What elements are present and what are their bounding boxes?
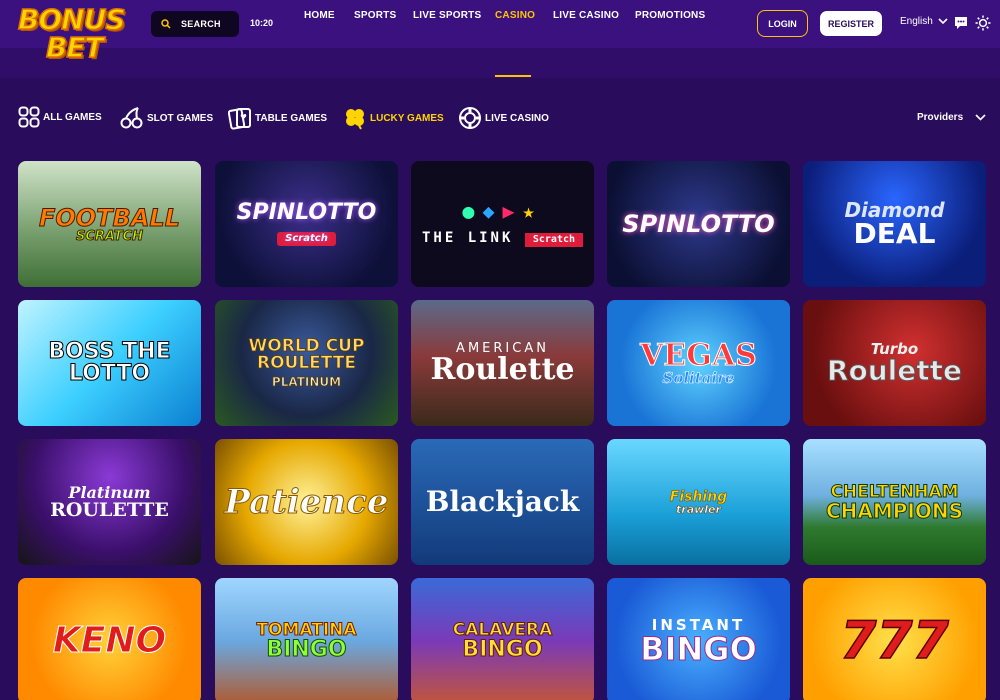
search-icon	[161, 19, 171, 29]
game-tile-fishing-trawler[interactable]: Fishing trawler	[607, 439, 790, 565]
clock: 10:20	[250, 18, 274, 28]
game-title: Patience	[224, 482, 389, 522]
game-tile-football-scratch[interactable]: FOOTBALL SCRATCH	[18, 161, 201, 287]
nav-home[interactable]: HOME	[304, 10, 335, 21]
login-button[interactable]: LOGIN	[757, 10, 808, 37]
game-tile-the-link-scratch[interactable]: ●◆▶★ THE LINK Scratch	[411, 161, 594, 287]
brand-logo[interactable]: BONUS BET	[17, 3, 143, 70]
game-subtitle: trawler	[676, 502, 721, 516]
game-subtitle: Roulette	[430, 351, 575, 387]
category-label: ALL GAMES	[43, 111, 102, 123]
language-label: English	[900, 16, 933, 27]
nav-live-sports[interactable]: LIVE SPORTS	[413, 10, 481, 21]
game-subtitle: PLATINUM	[271, 375, 342, 389]
game-tile-platinum-roulette[interactable]: Platinum ROULETTE	[18, 439, 201, 565]
sun-icon[interactable]	[975, 15, 991, 31]
game-subtitle: Scratch	[524, 233, 584, 247]
game-subtitle: BINGO	[266, 636, 347, 662]
game-subtitle: Roulette	[826, 353, 963, 387]
game-tile-spinlotto[interactable]: SPINLOTTO	[607, 161, 790, 287]
game-title: SPINLOTTO	[236, 200, 377, 225]
game-tile-boss-the-lotto[interactable]: BOSS THE LOTTO	[18, 300, 201, 426]
search-button[interactable]: SEARCH	[151, 11, 239, 37]
providers-label: Providers	[917, 112, 964, 123]
game-subtitle: DEAL	[853, 217, 936, 250]
game-tile-calavera-bingo[interactable]: CALAVERA BINGO	[411, 578, 594, 700]
game-tile-patience[interactable]: Patience	[215, 439, 398, 565]
game-subtitle: CHAMPIONS	[825, 498, 964, 523]
brand-logo-line1: BONUS	[17, 3, 126, 36]
category-label: LIVE CASINO	[485, 112, 549, 124]
game-subtitle: Solitaire	[662, 368, 735, 387]
game-tile-blackjack[interactable]: Blackjack	[411, 439, 594, 565]
chip-icon	[459, 107, 481, 129]
game-tile-vegas-solitaire[interactable]: VEGAS Solitaire	[607, 300, 790, 426]
chat-icon[interactable]	[954, 16, 968, 30]
game-title: FOOTBALL	[38, 203, 181, 232]
game-tile-keno[interactable]: KENO	[18, 578, 201, 700]
nav-casino[interactable]: CASINO	[495, 10, 535, 21]
category-slot-games[interactable]: SLOT GAMES	[120, 106, 213, 130]
category-label: LUCKY GAMES	[370, 112, 444, 124]
clover-icon	[346, 109, 364, 130]
game-title: BOSS THE LOTTO	[48, 339, 171, 386]
main-nav	[0, 48, 1000, 78]
category-label: SLOT GAMES	[147, 112, 214, 124]
game-title: WORLD CUP ROULETTE	[248, 336, 365, 373]
nav-sports[interactable]: SPORTS	[354, 10, 396, 21]
cherries-icon	[120, 107, 143, 129]
game-tile-cheltenham-champions[interactable]: CHELTENHAM CHAMPIONS	[803, 439, 986, 565]
language-selector[interactable]: English	[900, 16, 948, 27]
game-tile-777[interactable]: 777	[803, 578, 986, 700]
chevron-down-icon	[938, 18, 948, 25]
game-tile-american-roulette[interactable]: AMERICAN Roulette	[411, 300, 594, 426]
category-lucky-games[interactable]: LUCKY GAMES	[343, 106, 444, 130]
nav-promotions[interactable]: PROMOTIONS	[635, 10, 705, 21]
search-label: SEARCH	[181, 19, 221, 29]
brand-logo-line2: BET	[45, 31, 104, 64]
category-live-casino[interactable]: LIVE CASINO	[458, 106, 549, 130]
game-title: THE LINK	[421, 230, 514, 246]
category-table-games[interactable]: TABLE GAMES	[228, 106, 327, 130]
game-subtitle: ROULETTE	[50, 498, 169, 521]
register-button[interactable]: REGISTER	[820, 11, 882, 36]
game-tile-turbo-roulette[interactable]: Turbo Roulette	[803, 300, 986, 426]
game-tile-spinlotto-scratch[interactable]: SPINLOTTO Scratch	[215, 161, 398, 287]
shape-icons: ●◆▶★	[462, 199, 543, 223]
providers-dropdown[interactable]: Providers	[917, 112, 986, 123]
chevron-down-icon	[975, 114, 986, 121]
game-tile-tomatina-bingo[interactable]: TOMATINA BINGO	[215, 578, 398, 700]
grid-icon	[18, 106, 40, 128]
game-title: VEGAS	[640, 337, 758, 373]
game-subtitle: Scratch	[277, 232, 336, 246]
game-title: 777	[839, 611, 949, 671]
game-subtitle: BINGO	[640, 629, 758, 668]
cards-icon	[228, 108, 251, 130]
category-all-games[interactable]: ALL GAMES	[18, 106, 102, 128]
game-title: SPINLOTTO	[622, 210, 775, 238]
category-label: TABLE GAMES	[255, 112, 328, 124]
nav-live-casino[interactable]: LIVE CASINO	[553, 10, 619, 21]
game-tile-instant-bingo[interactable]: INSTANT BINGO	[607, 578, 790, 700]
game-tile-diamond-deal[interactable]: Diamond DEAL	[803, 161, 986, 287]
game-title: Blackjack	[425, 485, 580, 518]
game-title: KENO	[52, 620, 167, 661]
nav-active-indicator	[495, 75, 531, 77]
game-tile-world-cup-roulette-platinum[interactable]: WORLD CUP ROULETTE PLATINUM	[215, 300, 398, 426]
game-subtitle: BINGO	[462, 636, 543, 662]
